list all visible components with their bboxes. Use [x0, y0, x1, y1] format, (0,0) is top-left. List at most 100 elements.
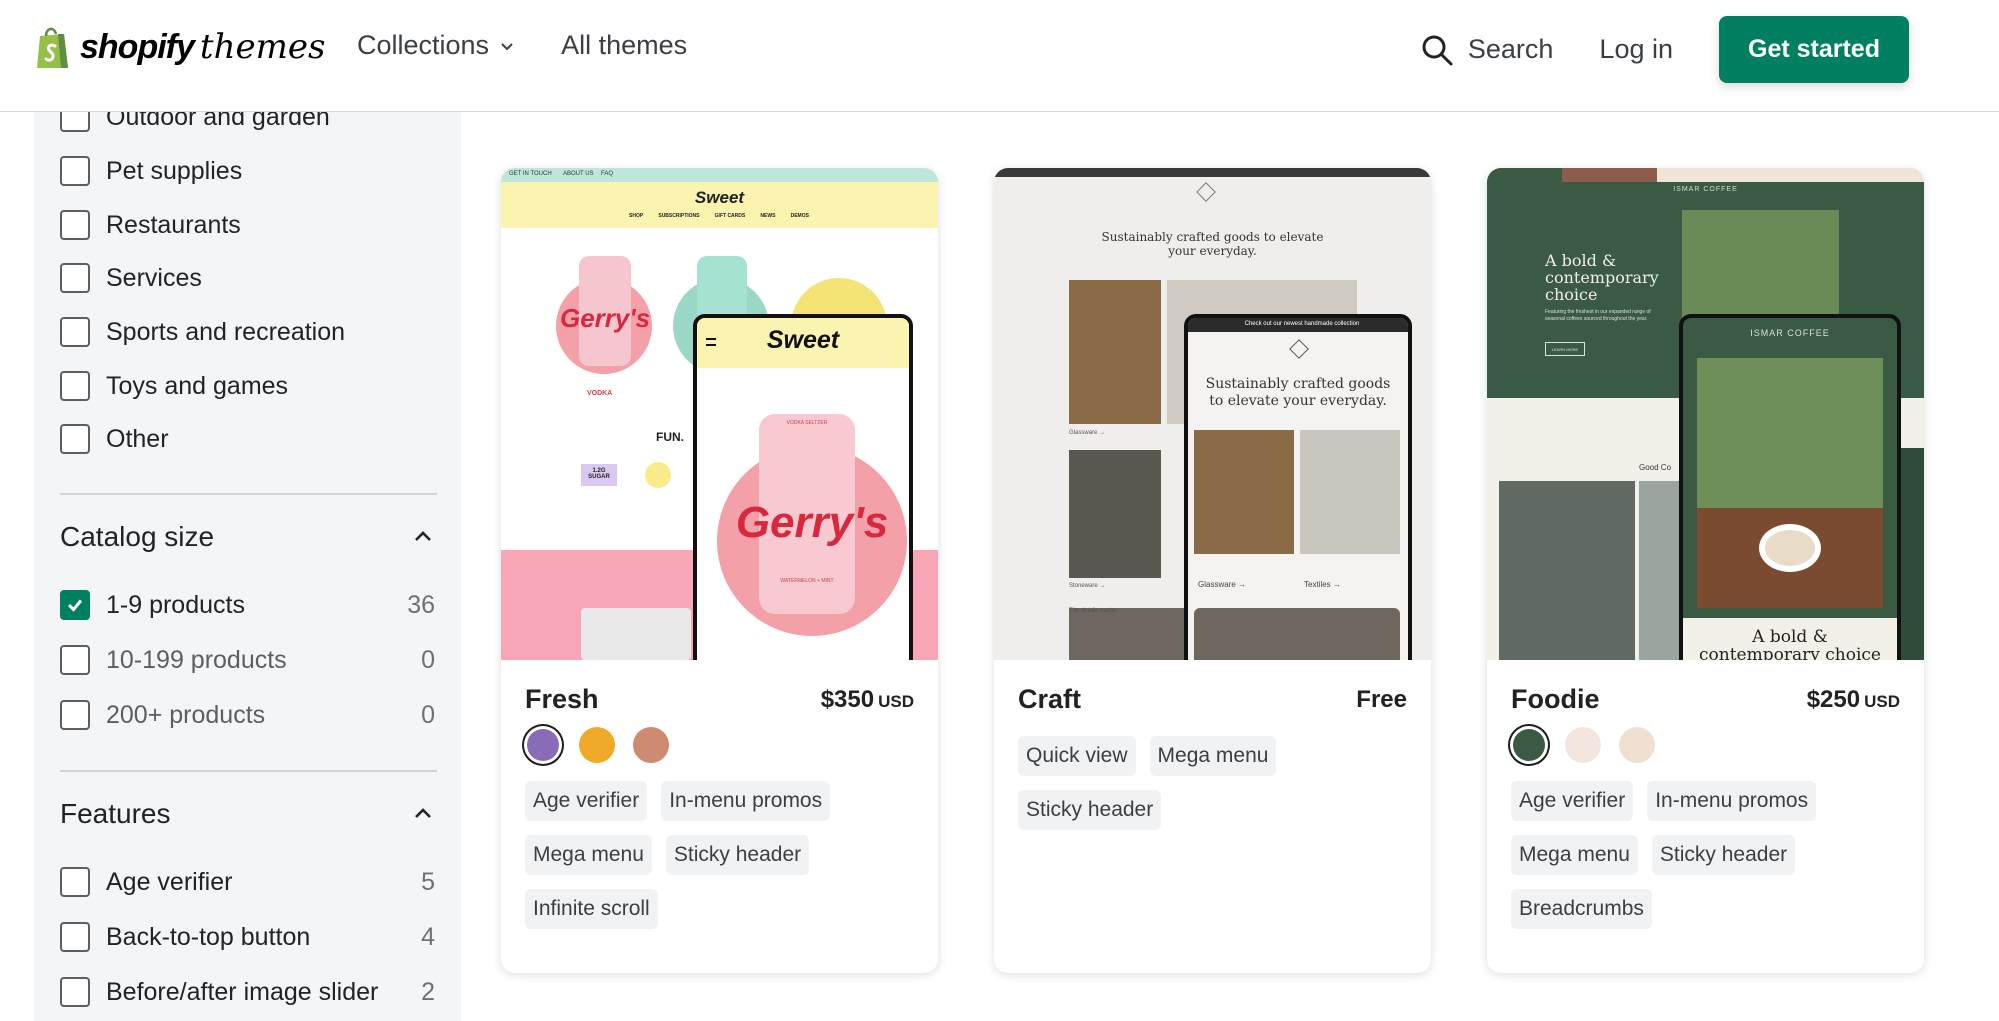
preview-can-label: Gerry's — [560, 303, 651, 333]
preview-header: Sweet SHOP SUBSCRIPTIONS GIFT CARDS NEWS… — [501, 182, 938, 228]
price-currency: USD — [878, 692, 914, 711]
theme-card-craft[interactable]: Sustainably crafted goods to elevate you… — [994, 168, 1431, 973]
checkbox[interactable] — [60, 867, 90, 897]
phone-announcement: Check out our newest handmade collection — [1188, 318, 1408, 332]
preview-brand: ISMAR COFFEE — [1673, 186, 1738, 193]
theme-name[interactable]: Fresh — [525, 684, 599, 715]
preview-text: Good Co — [1639, 463, 1672, 472]
feature-tag[interactable]: Sticky header — [1018, 790, 1162, 830]
preview-image — [1639, 481, 1679, 660]
header-actions: Search Log in Get started — [1420, 16, 1909, 83]
filter-option-sports[interactable]: Sports and recreation — [60, 312, 435, 352]
chevron-up-icon — [415, 531, 431, 541]
preview-topbar-link: GET IN TOUCH — [509, 171, 552, 177]
preview-topbar-link: FAQ — [601, 171, 614, 177]
checkbox[interactable] — [60, 977, 90, 1007]
filter-option-1-9-products[interactable]: 1-9 products 36 — [60, 585, 435, 625]
feature-tag[interactable]: Breadcrumbs — [1511, 889, 1652, 929]
theme-name[interactable]: Craft — [1018, 684, 1081, 715]
theme-price: Free — [1356, 686, 1407, 714]
filter-option-label: Back-to-top button — [106, 922, 311, 951]
filter-option-count: 0 — [421, 700, 435, 729]
filter-option-services[interactable]: Services — [60, 258, 435, 298]
preview-nav-item: SUBSCRIPTIONS — [658, 213, 700, 219]
filter-option-label: Other — [106, 424, 169, 453]
feature-tag[interactable]: Mega menu — [525, 835, 652, 875]
feature-tag[interactable]: Infinite scroll — [525, 889, 658, 929]
checkbox[interactable] — [60, 700, 90, 730]
features-header[interactable]: Features — [60, 798, 437, 830]
divider — [60, 493, 437, 495]
feature-tag[interactable]: Sticky header — [1651, 835, 1796, 875]
checkbox[interactable] — [60, 424, 90, 454]
filter-option-toys[interactable]: Toys and games — [60, 366, 435, 406]
filter-option-label: Age verifier — [106, 867, 233, 896]
preview-topbar: GET IN TOUCH ABOUT US FAQ — [501, 168, 938, 182]
checkbox[interactable] — [60, 156, 90, 186]
shopify-themes-logo[interactable]: shopify themes — [34, 22, 325, 72]
color-swatch-selected[interactable] — [1513, 729, 1545, 761]
color-swatch[interactable] — [1565, 727, 1601, 763]
preview-nav: SHOP SUBSCRIPTIONS GIFT CARDS NEWS DEMOS — [629, 213, 809, 219]
checkbox[interactable] — [60, 112, 90, 132]
theme-preview-image[interactable]: GET IN TOUCH ABOUT US FAQ Sweet SHOP SUB… — [501, 168, 938, 660]
catalog-size-header[interactable]: Catalog size — [60, 521, 437, 553]
theme-card-fresh[interactable]: GET IN TOUCH ABOUT US FAQ Sweet SHOP SUB… — [501, 168, 938, 973]
phone-can-top: VODKA SELTZER — [786, 420, 828, 426]
phone-image — [1194, 430, 1294, 554]
checkbox[interactable] — [60, 317, 90, 347]
nav-all-themes[interactable]: All themes — [561, 30, 687, 61]
preview-phone: ISMAR COFFEE A bold & contemporary choic… — [1679, 314, 1901, 660]
feature-tag[interactable]: Mega menu — [1511, 835, 1638, 875]
feature-tags: Age verifier In-menu promos Mega menu St… — [1511, 781, 1911, 929]
filter-option-age-verifier[interactable]: Age verifier 5 — [60, 862, 435, 902]
get-started-button[interactable]: Get started — [1719, 16, 1909, 83]
checkbox-checked[interactable] — [60, 590, 90, 620]
feature-tag[interactable]: Age verifier — [1511, 781, 1634, 821]
preview-headline: A bold & contemporary choice — [1545, 251, 1659, 304]
filter-option-200-plus-products[interactable]: 200+ products 0 — [60, 695, 435, 735]
preview-footer-text: The details matter — [1069, 608, 1118, 614]
feature-tag[interactable]: Age verifier — [525, 781, 648, 821]
color-swatch[interactable] — [633, 727, 669, 763]
checkbox[interactable] — [60, 263, 90, 293]
login-link[interactable]: Log in — [1599, 34, 1673, 65]
preview-logo-icon — [1196, 182, 1216, 202]
filter-option-other[interactable]: Other — [60, 419, 435, 459]
feature-tag[interactable]: In-menu promos — [1647, 781, 1817, 821]
color-swatch[interactable] — [1619, 727, 1655, 763]
feature-tag[interactable]: Sticky header — [665, 835, 810, 875]
theme-card-foodie[interactable]: ISMAR COFFEE A bold & contemporary choic… — [1487, 168, 1924, 973]
filter-option-before-after-slider[interactable]: Before/after image slider 2 — [60, 972, 435, 1012]
color-swatch-selected[interactable] — [527, 729, 559, 761]
phone-label: Glassware → — [1198, 580, 1247, 589]
checkbox[interactable] — [60, 371, 90, 401]
checkbox[interactable] — [60, 645, 90, 675]
color-swatch[interactable] — [579, 727, 615, 763]
phone-header: Sweet — [697, 318, 909, 368]
checkbox[interactable] — [60, 922, 90, 952]
theme-preview-image[interactable]: ISMAR COFFEE A bold & contemporary choic… — [1487, 168, 1924, 660]
search-button[interactable]: Search — [1420, 33, 1553, 67]
color-swatches — [525, 727, 669, 763]
feature-tag[interactable]: Mega menu — [1149, 736, 1277, 776]
theme-name[interactable]: Foodie — [1511, 684, 1600, 715]
filter-option-restaurants[interactable]: Restaurants — [60, 205, 435, 245]
filter-option-pet-supplies[interactable]: Pet supplies — [60, 151, 435, 191]
filter-option-outdoor-garden[interactable]: Outdoor and garden — [60, 112, 435, 137]
theme-preview-image[interactable]: Sustainably crafted goods to elevate you… — [994, 168, 1431, 660]
theme-price: $250 USD — [1807, 686, 1900, 714]
feature-tag[interactable]: In-menu promos — [661, 781, 831, 821]
feature-tag[interactable]: Quick view — [1018, 736, 1136, 776]
divider — [60, 770, 437, 772]
filter-option-back-to-top[interactable]: Back-to-top button 4 — [60, 917, 435, 957]
price-amount: $250 — [1806, 686, 1861, 713]
nav-collections[interactable]: Collections — [357, 30, 515, 61]
checkbox[interactable] — [60, 210, 90, 240]
preview-button: LEARN MORE — [1545, 342, 1585, 356]
filter-option-10-199-products[interactable]: 10-199 products 0 — [60, 640, 435, 680]
phone-latte — [1759, 524, 1821, 572]
preview-nav-item: DEMOS — [790, 213, 809, 219]
preview-nav-item: SHOP — [629, 213, 644, 219]
filter-option-label: Outdoor and garden — [106, 112, 330, 131]
